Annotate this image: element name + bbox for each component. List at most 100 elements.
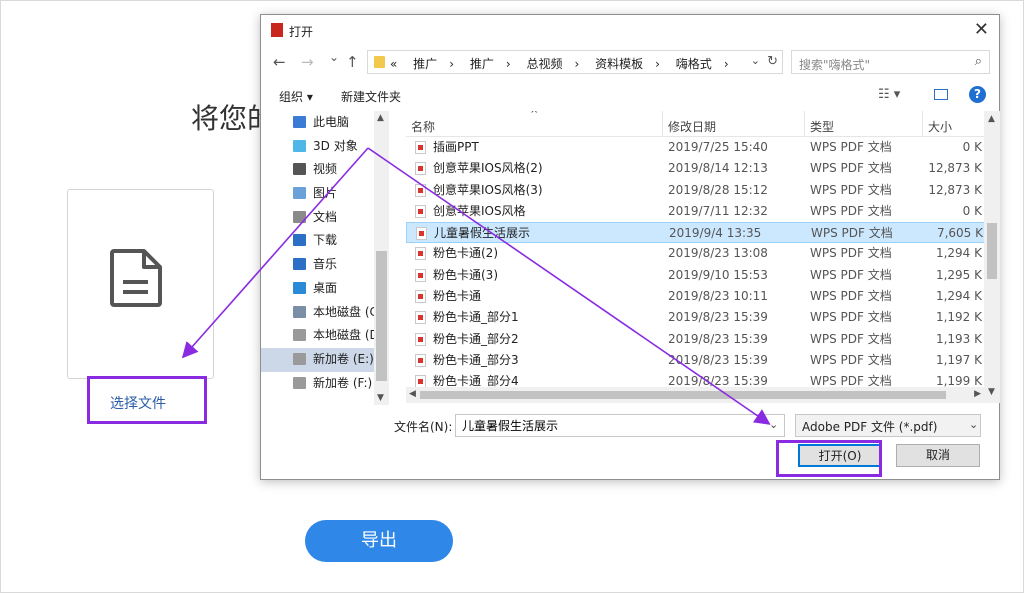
file-type: WPS PDF 文档 — [810, 331, 892, 346]
pdf-file-icon — [415, 162, 426, 176]
nav-item-label: 桌面 — [313, 280, 338, 295]
forward-arrow-icon[interactable]: → — [301, 53, 314, 71]
preview-pane-icon[interactable] — [934, 89, 948, 100]
column-header-size[interactable]: 大小 — [928, 118, 952, 135]
scroll-down-icon[interactable]: ▼ — [988, 387, 995, 397]
new-folder-button[interactable]: 新建文件夹 — [341, 88, 401, 105]
filetype-select[interactable]: Adobe PDF 文件 (*.pdf) — [795, 414, 981, 437]
file-date: 2019/7/11 12:32 — [668, 203, 768, 218]
search-icon[interactable]: ⌕ — [975, 54, 982, 69]
nav-item[interactable]: 音乐 — [261, 253, 389, 277]
filename-label: 文件名(N): — [394, 420, 453, 434]
search-input[interactable]: 搜索"嗨格式" ⌕ — [791, 50, 990, 74]
chevron-down-icon[interactable]: ⌄ — [769, 418, 778, 431]
sort-up-icon: ^ — [530, 111, 539, 120]
file-date: 2019/8/14 12:13 — [668, 161, 768, 176]
nav-item-label: 文档 — [313, 209, 338, 224]
file-row[interactable]: 创意苹果IOS风格 2019/7/11 12:32 WPS PDF 文档 0 K — [406, 201, 1000, 222]
chevron-down-icon[interactable]: ⌄ — [969, 418, 978, 431]
column-divider[interactable] — [662, 111, 663, 137]
scrollbar-thumb[interactable] — [420, 391, 946, 399]
breadcrumb-item[interactable]: 推广 — [470, 57, 494, 71]
breadcrumb-item[interactable]: 嗨格式 — [676, 57, 712, 71]
file-type: WPS PDF 文档 — [810, 203, 892, 218]
nav-item[interactable]: 新加卷 (F:) — [261, 372, 389, 396]
refresh-icon[interactable]: ↻ — [767, 54, 778, 69]
breadcrumb-item[interactable]: 资料模板 — [595, 57, 643, 71]
organize-button[interactable]: 组织 ▾ — [279, 88, 313, 105]
back-arrow-icon[interactable]: ← — [273, 53, 286, 71]
file-type: WPS PDF 文档 — [810, 289, 892, 304]
file-row[interactable]: 粉色卡通_部分3 2019/8/23 15:39 WPS PDF 文档 1,197 K — [406, 350, 1000, 371]
nav-item[interactable]: 图片 — [261, 182, 389, 206]
file-row[interactable]: 粉色卡通(2) 2019/8/23 13:08 WPS PDF 文档 1,294 K — [406, 243, 1000, 264]
scroll-left-icon[interactable]: ◀ — [409, 389, 416, 399]
choose-file-button[interactable]: 选择文件 — [87, 376, 207, 424]
file-row[interactable]: 粉色卡通(3) 2019/9/10 15:53 WPS PDF 文档 1,295 K — [406, 265, 1000, 286]
file-size: 1,294 K — [935, 289, 982, 304]
breadcrumb-item[interactable]: 总视频 — [526, 57, 562, 71]
scrollbar-thumb[interactable] — [376, 251, 387, 381]
file-row[interactable]: 粉色卡通_部分1 2019/8/23 15:39 WPS PDF 文档 1,192 K — [406, 307, 1000, 328]
file-name: 粉色卡通_部分1 — [433, 310, 519, 325]
file-row[interactable]: 粉色卡通_部分2 2019/8/23 15:39 WPS PDF 文档 1,193 K — [406, 329, 1000, 350]
up-arrow-icon[interactable]: ↑ — [346, 53, 359, 71]
scroll-up-icon[interactable]: ▲ — [988, 114, 995, 124]
recent-locations-icon[interactable]: ⌄ — [329, 50, 339, 64]
file-date: 2019/8/23 13:08 — [668, 246, 768, 261]
breadcrumb-separator: › — [723, 57, 729, 71]
address-bar[interactable]: « 推广 › 推广 › 总视频 › 资料模板 › 嗨格式 › ⌄ ↻ — [367, 50, 783, 74]
nav-item[interactable]: 本地磁盘 (C — [261, 301, 389, 325]
filename-input[interactable] — [455, 414, 785, 437]
column-header-type[interactable]: 类型 — [810, 118, 834, 135]
column-divider[interactable] — [922, 111, 923, 137]
horizontal-scrollbar[interactable]: ◀ ▶ — [406, 387, 984, 403]
acrobat-icon — [271, 23, 283, 37]
column-header-name[interactable]: 名称 — [411, 118, 435, 135]
breadcrumb-item[interactable]: 推广 — [413, 57, 437, 71]
file-drop-card[interactable] — [67, 189, 214, 379]
breadcrumb-overflow[interactable]: « — [390, 57, 397, 71]
nav-item[interactable]: 视频 — [261, 158, 389, 182]
column-divider[interactable] — [804, 111, 805, 137]
nav-item[interactable]: 新加卷 (E:) — [261, 347, 389, 372]
file-name: 粉色卡通_部分3 — [433, 352, 519, 367]
dialog-toolbar: 组织 ▾ 新建文件夹 ☷ ▾ ? — [261, 85, 1001, 107]
nav-item[interactable]: 文档 — [261, 206, 389, 230]
nav-item-label: 新加卷 (F:) — [313, 375, 373, 390]
nav-pane-scrollbar[interactable]: ▲ ▼ — [374, 111, 389, 405]
view-options-icon[interactable]: ☷ ▾ — [878, 87, 900, 102]
chevron-down-icon[interactable]: ⌄ — [751, 54, 760, 67]
file-type: WPS PDF 文档 — [811, 226, 893, 241]
scroll-down-icon[interactable]: ▼ — [377, 393, 384, 403]
drive-icon — [293, 376, 306, 389]
file-row[interactable]: 创意苹果IOS风格(3) 2019/8/28 15:12 WPS PDF 文档 12,… — [406, 180, 1000, 201]
close-button[interactable]: ✕ — [974, 19, 989, 40]
file-type: WPS PDF 文档 — [810, 310, 892, 325]
help-icon[interactable]: ? — [969, 86, 986, 103]
pdf-file-icon — [415, 353, 426, 367]
file-row[interactable]: 创意苹果IOS风格(2) 2019/8/14 12:13 WPS PDF 文档 12,… — [406, 158, 1000, 179]
scroll-up-icon[interactable]: ▲ — [377, 113, 384, 123]
file-row[interactable]: 粉色卡通 2019/8/23 10:11 WPS PDF 文档 1,294 K — [406, 286, 1000, 307]
nav-item[interactable]: 本地磁盘 (D — [261, 324, 389, 348]
export-button[interactable]: 导出 — [305, 520, 453, 562]
dialog-title: 打开 — [289, 25, 314, 39]
file-row[interactable]: 插画PPT 2019/7/25 15:40 WPS PDF 文档 0 K — [406, 137, 1000, 158]
nav-item[interactable]: 此电脑 — [261, 111, 389, 135]
file-list-scrollbar[interactable]: ▲ ▼ — [984, 111, 1000, 403]
nav-item[interactable]: 下载 — [261, 229, 389, 253]
scroll-right-icon[interactable]: ▶ — [974, 389, 981, 399]
scrollbar-thumb[interactable] — [987, 223, 997, 279]
column-header-date[interactable]: 修改日期 — [668, 118, 716, 135]
file-type: WPS PDF 文档 — [810, 267, 892, 282]
file-date: 2019/8/28 15:12 — [668, 182, 768, 197]
file-name: 粉色卡通(3) — [433, 267, 498, 282]
pdf-file-icon — [415, 141, 426, 154]
file-row[interactable]: 儿童暑假生活展示 2019/9/4 13:35 WPS PDF 文档 7,605 K — [406, 222, 1000, 244]
file-name: 儿童暑假生活展示 — [434, 226, 531, 241]
nav-item[interactable]: 3D 对象 — [261, 135, 389, 159]
nav-item[interactable]: 桌面 — [261, 277, 389, 301]
file-date: 2019/8/23 15:39 — [668, 310, 768, 325]
cancel-button[interactable]: 取消 — [896, 444, 980, 467]
